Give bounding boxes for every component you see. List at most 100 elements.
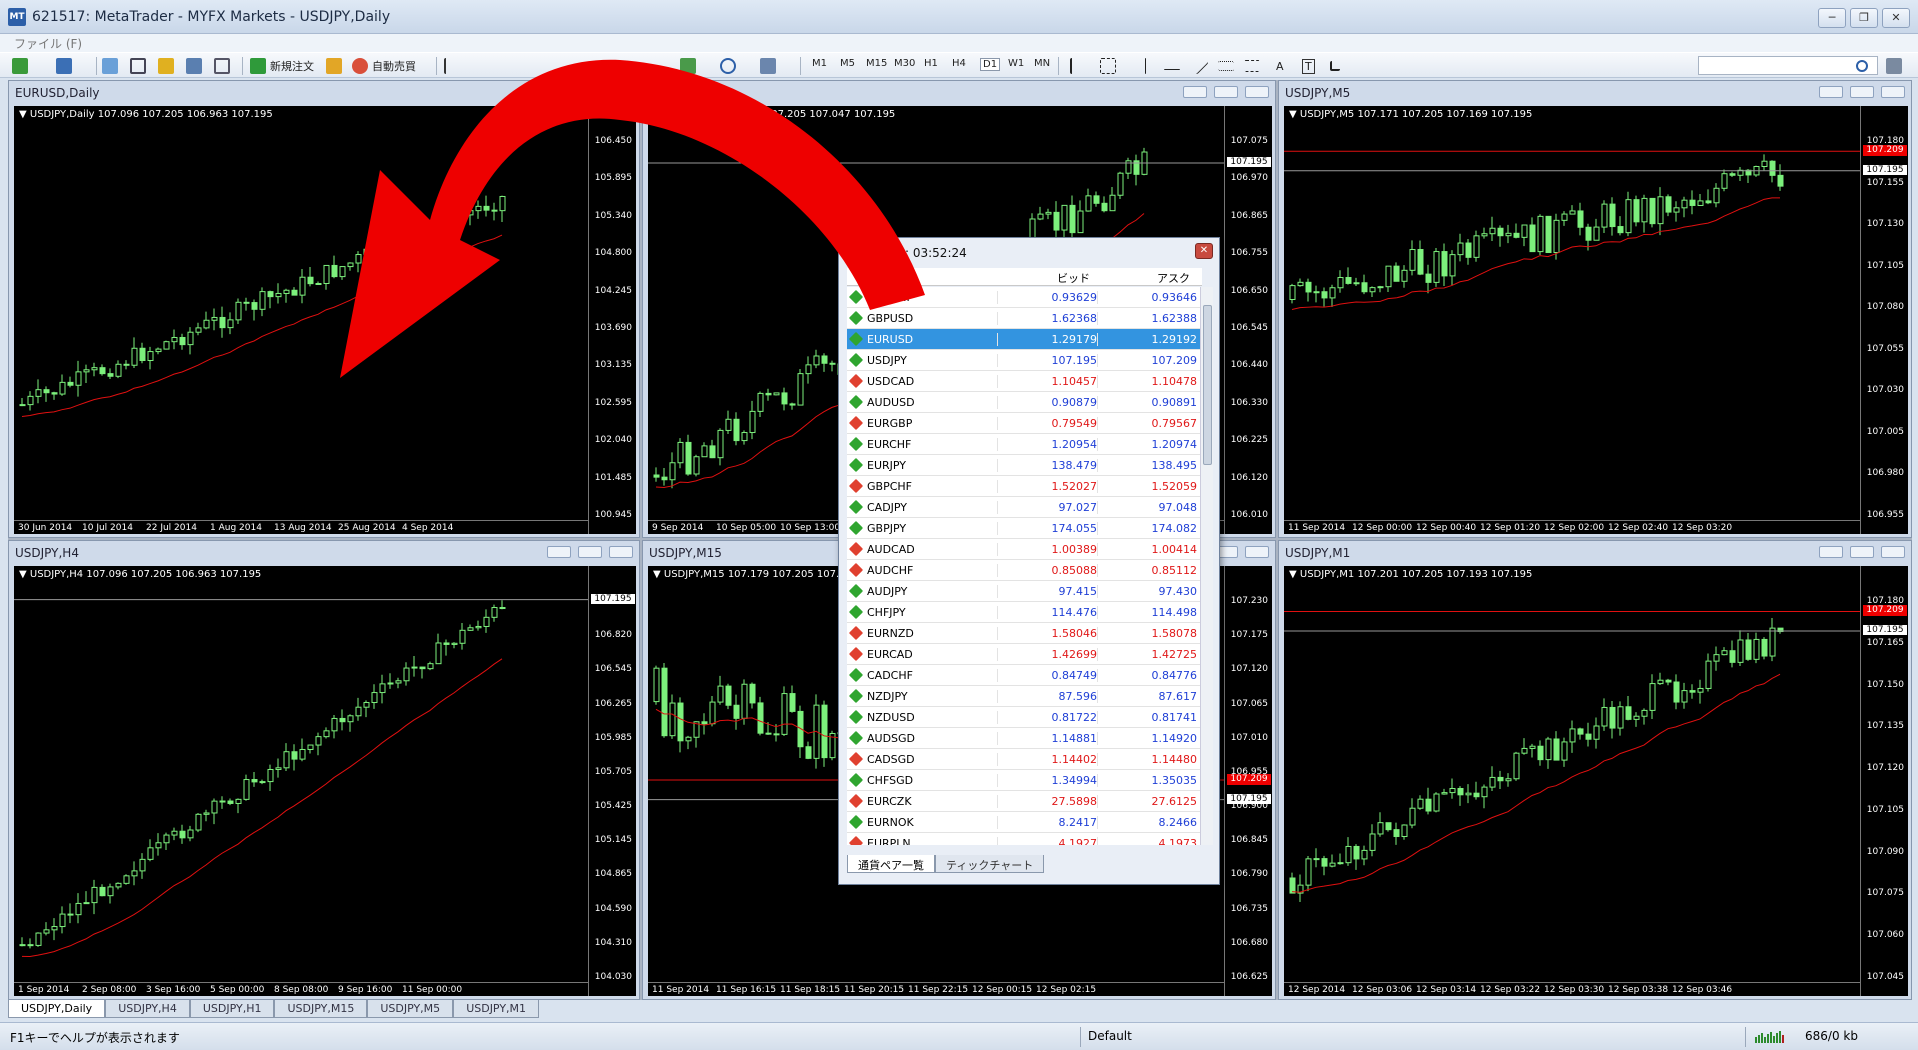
chart-canvas[interactable]: ▼ USDJPY,M1 107.201 107.205 107.193 107.…: [1284, 566, 1908, 996]
tf-m30[interactable]: M30: [894, 58, 915, 69]
chart-close-button[interactable]: [1245, 546, 1269, 558]
market-watch-row[interactable]: EURCZK 27.5898 27.6125: [847, 791, 1202, 812]
market-watch-row[interactable]: EURUSD 1.29179 1.29192: [847, 329, 1202, 350]
price-axis[interactable]: 107.075 106.970 106.865 106.755 106.650 106.5…: [1224, 106, 1272, 534]
label-tool[interactable]: T: [1302, 57, 1315, 75]
navigator-button[interactable]: [158, 57, 174, 75]
tf-h4[interactable]: H4: [952, 58, 966, 69]
chart-window-usdjpy_h4[interactable]: USDJPY,H4 ▼ USDJPY,H4 107.096 107.205 106…: [8, 540, 640, 1000]
chart-close-button[interactable]: [1881, 546, 1905, 558]
market-watch-row[interactable]: USDCAD 1.10457 1.10478: [847, 371, 1202, 392]
market-watch-row[interactable]: AUDUSD 0.90879 0.90891: [847, 392, 1202, 413]
auto-trade-button[interactable]: 自動売買: [352, 57, 416, 75]
chart-tab[interactable]: USDJPY,M5: [367, 1000, 454, 1018]
tab-tick-chart[interactable]: ティックチャート: [935, 855, 1045, 873]
market-watch-row[interactable]: CADSGD 1.14402 1.14480: [847, 749, 1202, 770]
bar-chart-button[interactable]: [444, 57, 460, 75]
market-watch-row[interactable]: CADJPY 97.027 97.048: [847, 497, 1202, 518]
market-watch-row[interactable]: EURPLN 4.1927 4.1973: [847, 833, 1202, 845]
chart-tab[interactable]: USDJPY,Daily: [8, 1000, 106, 1018]
chart-canvas[interactable]: ▼ USDJPY,M5 107.171 107.205 107.169 107.…: [1284, 106, 1908, 534]
tf-h1[interactable]: H1: [924, 58, 938, 69]
market-watch-row[interactable]: AUDCAD 1.00389 1.00414: [847, 539, 1202, 560]
market-watch-row[interactable]: EURNOK 8.2417 8.2466: [847, 812, 1202, 833]
market-watch-button[interactable]: [102, 57, 118, 75]
price-axis[interactable]: 107.180 107.165 107.150 107.135 107.120 107.1…: [1860, 566, 1908, 996]
chart-restore-button[interactable]: [578, 86, 602, 98]
chart-tab[interactable]: USDJPY,M15: [274, 1000, 368, 1018]
chart-restore-button[interactable]: [1214, 86, 1238, 98]
market-watch-row[interactable]: GBPJPY 174.055 174.082: [847, 518, 1202, 539]
time-axis[interactable]: 11 Sep 2014 12 Sep 00:00 12 Sep 00:40 12 Se…: [1284, 520, 1860, 534]
fibo-tool[interactable]: [1244, 57, 1260, 75]
chart-close-button[interactable]: [609, 86, 633, 98]
tf-m5[interactable]: M5: [840, 58, 855, 69]
price-axis[interactable]: 107.100106.820106.545106.265105.985105.7…: [588, 566, 636, 996]
market-watch-row[interactable]: GBPCHF 1.52027 1.52059: [847, 476, 1202, 497]
chart-close-button[interactable]: [1881, 86, 1905, 98]
chart-window-usdjpy_m1[interactable]: USDJPY,M1 ▼ USDJPY,M1 107.201 107.205 107…: [1278, 540, 1912, 1000]
price-axis[interactable]: 107.180 107.155 107.130 107.105 107.080 107.0…: [1860, 106, 1908, 534]
chart-minimize-button[interactable]: [1183, 86, 1207, 98]
menu-file[interactable]: ファイル (F): [14, 35, 82, 52]
hline-tool[interactable]: [1164, 57, 1180, 75]
market-watch-row[interactable]: CHFSGD 1.34994 1.35035: [847, 770, 1202, 791]
market-watch-row[interactable]: EURCAD 1.42699 1.42725: [847, 644, 1202, 665]
market-watch-row[interactable]: NZDUSD 0.81722 0.81741: [847, 707, 1202, 728]
market-watch-row[interactable]: AUDJPY 97.415 97.430: [847, 581, 1202, 602]
time-axis[interactable]: 30 Jun 2014 10 Jul 2014 22 Jul 2014 1 Aug 2…: [14, 520, 588, 534]
chart-close-button[interactable]: [1245, 86, 1269, 98]
market-watch-scrollbar[interactable]: [1200, 287, 1213, 845]
price-axis[interactable]: 107.230 107.175 107.120 107.065 107.010 106.9…: [1224, 566, 1272, 996]
col-ask[interactable]: アスク: [1157, 270, 1190, 286]
chart-minimize-button[interactable]: [1819, 86, 1843, 98]
time-axis[interactable]: 1 Sep 2014 2 Sep 08:00 3 Sep 16:00 5 Sep 00…: [14, 982, 588, 996]
chart-tab[interactable]: USDJPY,H1: [189, 1000, 275, 1018]
market-watch-row[interactable]: EURGBP 0.79549 0.79567: [847, 413, 1202, 434]
search-input[interactable]: [1698, 56, 1878, 75]
terminal-button[interactable]: [186, 57, 202, 75]
market-watch-close-button[interactable]: ✕: [1195, 243, 1213, 259]
chart-minimize-button[interactable]: [1819, 546, 1843, 558]
tf-mn[interactable]: MN: [1034, 58, 1050, 69]
new-chart-button[interactable]: [12, 57, 28, 75]
chart-canvas[interactable]: ▼ USDJPY,H4 107.096 107.205 106.963 107.…: [14, 566, 636, 996]
chart-tab[interactable]: USDJPY,M1: [453, 1000, 540, 1018]
price-axis[interactable]: 106.450 105.895 105.340 104.800 104.245 103.6…: [588, 106, 636, 534]
market-watch-row[interactable]: AUDCHF 0.85088 0.85112: [847, 560, 1202, 581]
data-window-button[interactable]: [130, 57, 146, 75]
scrollbar-thumb[interactable]: [1203, 305, 1212, 465]
market-watch-row[interactable]: NZDJPY 87.596 87.617: [847, 686, 1202, 707]
chart-window-usdjpy_m5[interactable]: USDJPY,M5 ▼ USDJPY,M5 107.171 107.205 107…: [1278, 80, 1912, 538]
metaeditor-button[interactable]: [326, 57, 342, 75]
market-watch-row[interactable]: USDJPY 107.195 107.209: [847, 350, 1202, 371]
market-watch-row[interactable]: EURJPY 138.479 138.495: [847, 455, 1202, 476]
new-order-button[interactable]: 新規注文: [250, 57, 314, 75]
chart-close-button[interactable]: [609, 546, 633, 558]
maximize-button[interactable]: ❐: [1850, 8, 1878, 28]
col-bid[interactable]: ビッド: [1057, 270, 1090, 286]
chart-tab[interactable]: USDJPY,H4: [105, 1000, 190, 1018]
tester-button[interactable]: [214, 57, 230, 75]
profiles-button[interactable]: [56, 57, 72, 75]
market-watch-window[interactable]: 気配値表示: 03:52:24 ✕ ペア ビッド アスク USDCHF 0.936…: [838, 237, 1220, 885]
chart-restore-button[interactable]: [578, 546, 602, 558]
crosshair-tool[interactable]: [1100, 57, 1116, 75]
time-axis[interactable]: 12 Sep 2014 12 Sep 03:06 12 Sep 03:14 12 Se…: [1284, 982, 1860, 996]
cursor-tool[interactable]: [1070, 57, 1086, 75]
chart-restore-button[interactable]: [1850, 546, 1874, 558]
time-axis[interactable]: 11 Sep 2014 11 Sep 16:15 11 Sep 18:15 11 Se…: [648, 982, 1224, 996]
market-watch-row[interactable]: CADCHF 0.84749 0.84776: [847, 665, 1202, 686]
chart-minimize-button[interactable]: [547, 86, 571, 98]
channel-tool[interactable]: [1218, 57, 1234, 75]
trendline-tool[interactable]: [1191, 57, 1209, 75]
chart-canvas[interactable]: ▼ USDJPY,Daily 107.096 107.205 106.963 1…: [14, 106, 636, 534]
market-watch-row[interactable]: CHFJPY 114.476 114.498: [847, 602, 1202, 623]
periods-button[interactable]: [720, 57, 736, 75]
community-button[interactable]: [1886, 57, 1902, 75]
tf-w1[interactable]: W1: [1008, 58, 1024, 69]
chart-window-eurusd_daily[interactable]: EURUSD,Daily ▼ USDJPY,Daily 107.096 107.2…: [8, 80, 640, 538]
templates-button[interactable]: [760, 57, 776, 75]
chart-minimize-button[interactable]: [547, 546, 571, 558]
chart-restore-button[interactable]: [1850, 86, 1874, 98]
